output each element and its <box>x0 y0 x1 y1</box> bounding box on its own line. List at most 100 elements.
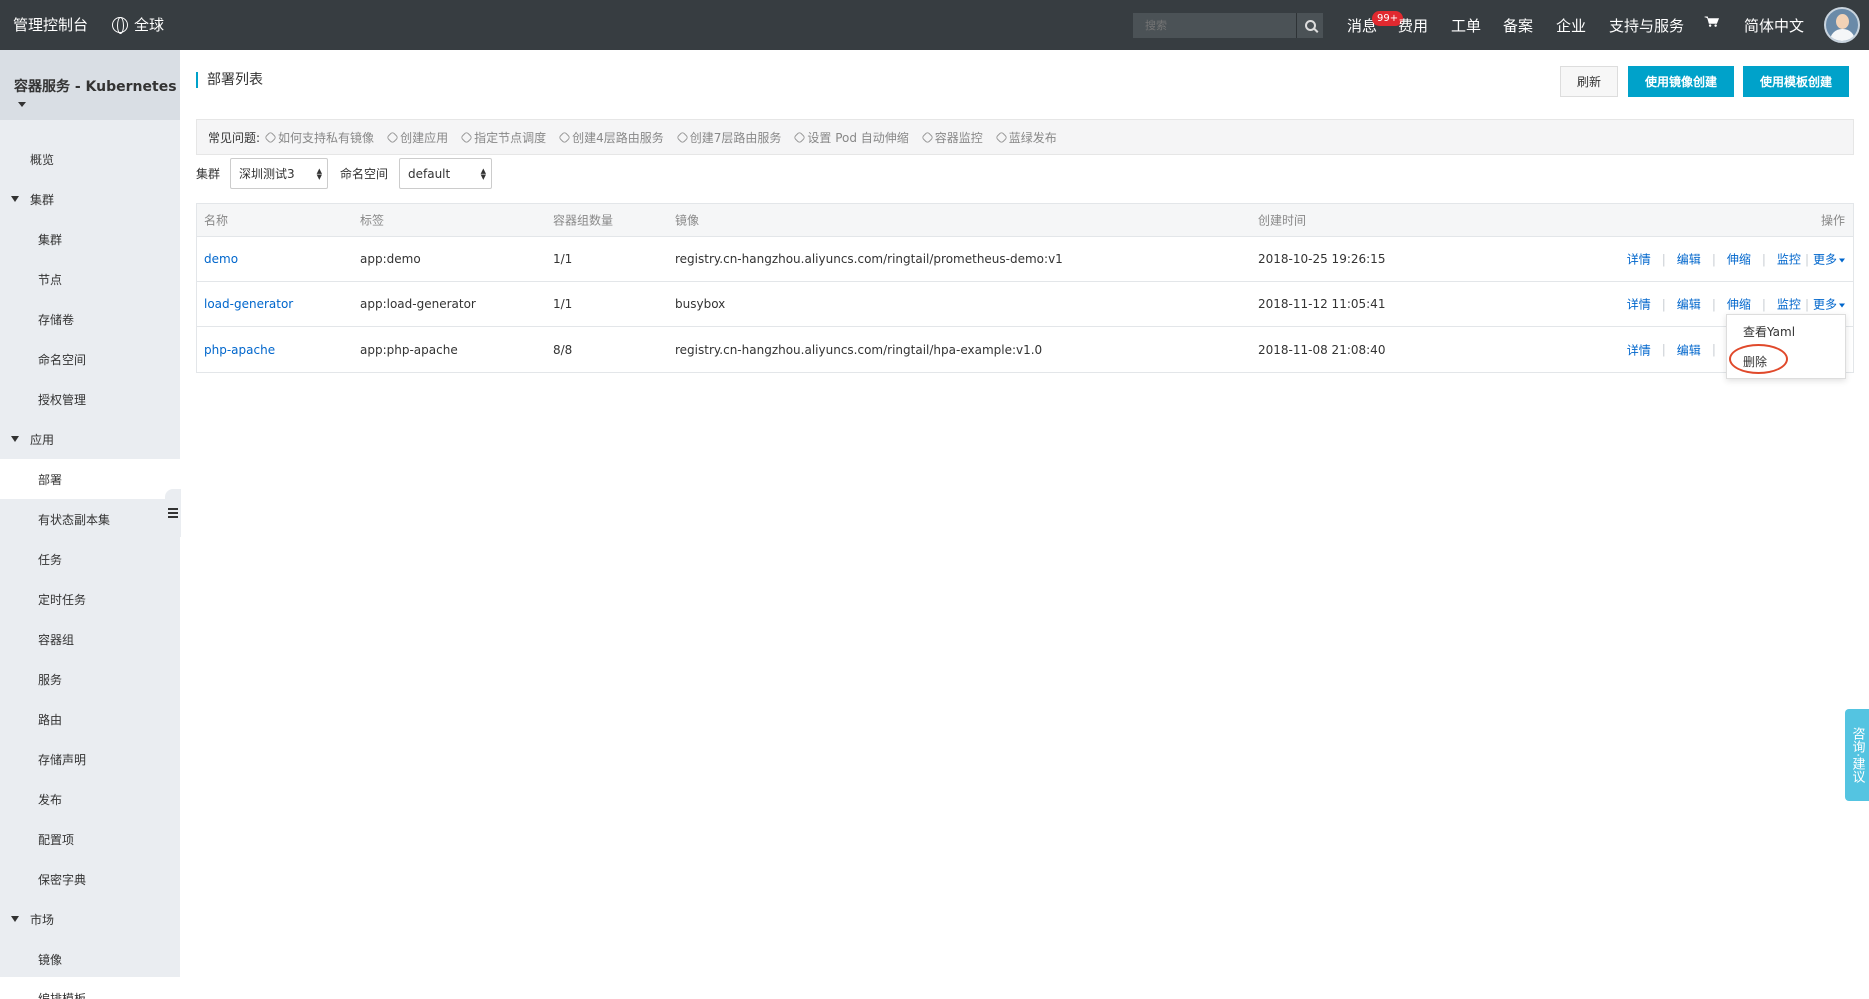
sidebar-item-jobs[interactable]: 任务 <box>0 539 180 579</box>
deployment-name-link[interactable]: demo <box>204 252 238 266</box>
sidebar-item-nodes[interactable]: 节点 <box>0 259 180 299</box>
sidebar-item-statefulsets[interactable]: 有状态副本集 <box>0 499 180 539</box>
faq-link-text: 创建4层路由服务 <box>572 130 664 145</box>
row-actions: 详情| 编辑| 伸缩| 监控| 更多 <box>1627 296 1845 313</box>
row-created: 2018-11-08 21:08:40 <box>1258 342 1386 357</box>
faq-link[interactable]: 蓝绿发布 <box>994 129 1057 146</box>
faq-link[interactable]: 创建7层路由服务 <box>675 129 782 146</box>
faq-link-text: 创建7层路由服务 <box>689 130 782 145</box>
monitor-link[interactable]: 监控 <box>1777 251 1801 268</box>
more-menu-toggle[interactable]: 更多 <box>1813 296 1845 313</box>
cluster-select[interactable]: 深圳测试3 ▲ ▼ <box>230 158 328 189</box>
link-icon <box>920 130 934 144</box>
triangle-down-icon <box>11 916 19 922</box>
nav-tickets[interactable]: 工单 <box>1451 15 1481 36</box>
sidebar-collapse-icon[interactable] <box>165 489 181 537</box>
sidebar-item-images[interactable]: 镜像 <box>0 939 180 979</box>
faq-link-text: 指定节点调度 <box>474 130 547 145</box>
row-image: registry.cn-hangzhou.aliyuncs.com/ringta… <box>675 342 1043 357</box>
sidebar-item-clusters[interactable]: 集群 <box>0 219 180 259</box>
product-title: 容器服务 - Kubernetes <box>14 79 177 95</box>
scale-link[interactable]: 伸缩 <box>1727 251 1751 268</box>
row-image: busybox <box>675 297 726 311</box>
edit-link[interactable]: 编辑 <box>1677 251 1701 268</box>
deployment-name-link[interactable]: load-generator <box>204 297 293 311</box>
link-icon <box>460 130 473 144</box>
header-pods: 容器组数量 <box>553 213 614 228</box>
nav-support[interactable]: 支持与服务 <box>1609 15 1684 36</box>
header-labels: 标签 <box>360 213 385 228</box>
faq-link[interactable]: 设置 Pod 自动伸缩 <box>793 129 909 146</box>
detail-link[interactable]: 详情 <box>1627 296 1651 313</box>
sidebar-group-application[interactable]: 应用 <box>0 419 180 459</box>
namespace-select[interactable]: default ▲ ▼ <box>399 158 492 189</box>
sidebar-item-secrets[interactable]: 保密字典 <box>0 859 180 899</box>
region-selector[interactable]: 全球 <box>112 14 164 35</box>
page-title: 部署列表 <box>196 72 263 88</box>
top-bar: 管理控制台 全球 消息 99+ 费用 工单 备案 企业 支持与服务 简体中文 <box>0 0 1869 50</box>
nav-icp[interactable]: 备案 <box>1503 15 1533 36</box>
faq-bar: 常见问题: 如何支持私有镜像 创建应用 指定节点调度 创建4层路由服务 创建7层… <box>196 119 1854 155</box>
sidebar-item-overview[interactable]: 概览 <box>0 139 180 179</box>
link-icon <box>793 130 807 144</box>
triangle-down-icon <box>11 196 19 202</box>
edit-link[interactable]: 编辑 <box>1677 296 1701 313</box>
detail-link[interactable]: 详情 <box>1627 251 1651 268</box>
sidebar-item-authorization[interactable]: 授权管理 <box>0 379 180 419</box>
sidebar-item-ingress[interactable]: 路由 <box>0 699 180 739</box>
table-row: demo app:demo 1/1 registry.cn-hangzhou.a… <box>197 237 1853 282</box>
row-labels: app:load-generator <box>360 297 476 311</box>
row-labels: app:demo <box>360 252 421 266</box>
nav-billing[interactable]: 费用 <box>1398 15 1428 36</box>
region-label: 全球 <box>134 16 165 34</box>
link-icon <box>558 130 571 144</box>
scale-link[interactable]: 伸缩 <box>1727 296 1751 313</box>
sidebar-item-pods[interactable]: 容器组 <box>0 619 180 659</box>
sidebar-group-label: 集群 <box>30 192 55 207</box>
view-yaml-menu-item[interactable]: 查看Yaml <box>1743 323 1795 340</box>
feedback-tab[interactable]: 咨询·建议 <box>1845 709 1869 801</box>
delete-menu-item[interactable]: 删除 <box>1743 353 1767 370</box>
cart-icon[interactable] <box>1704 16 1719 27</box>
detail-link[interactable]: 详情 <box>1627 341 1651 358</box>
faq-link[interactable]: 指定节点调度 <box>460 129 547 146</box>
search-input[interactable] <box>1133 13 1296 38</box>
search-button[interactable] <box>1296 13 1323 38</box>
row-image: registry.cn-hangzhou.aliyuncs.com/ringta… <box>675 252 1063 266</box>
header-actions: 操作 <box>1820 213 1845 228</box>
namespace-filter-label: 命名空间 <box>340 167 389 181</box>
create-from-template-button[interactable]: 使用模板创建 <box>1743 66 1849 97</box>
select-arrows-icon: ▲ ▼ <box>480 167 486 181</box>
more-menu-toggle[interactable]: 更多 <box>1813 251 1845 268</box>
sidebar-item-deployments[interactable]: 部署 <box>0 459 180 499</box>
link-icon <box>994 130 1008 144</box>
caret-down-icon <box>1839 303 1845 307</box>
sidebar-item-configmaps[interactable]: 配置项 <box>0 819 180 859</box>
product-switcher[interactable]: 容器服务 - Kubernetes <box>0 50 180 120</box>
sidebar-item-volumes[interactable]: 存储卷 <box>0 299 180 339</box>
console-home-link[interactable]: 管理控制台 <box>13 14 88 35</box>
nav-enterprise[interactable]: 企业 <box>1556 15 1586 36</box>
faq-link[interactable]: 创建应用 <box>386 129 448 146</box>
user-avatar[interactable] <box>1824 7 1860 43</box>
faq-link[interactable]: 容器监控 <box>920 129 983 146</box>
create-from-image-button[interactable]: 使用镜像创建 <box>1628 66 1734 97</box>
sidebar-item-pvc[interactable]: 存储声明 <box>0 739 180 779</box>
refresh-button[interactable]: 刷新 <box>1560 66 1618 97</box>
faq-link[interactable]: 创建4层路由服务 <box>558 129 664 146</box>
sidebar-group-cluster[interactable]: 集群 <box>0 179 180 219</box>
sidebar-item-templates[interactable]: 编排模板 <box>0 979 180 999</box>
monitor-link[interactable]: 监控 <box>1777 296 1801 313</box>
sidebar-item-cronjobs[interactable]: 定时任务 <box>0 579 180 619</box>
faq-link[interactable]: 如何支持私有镜像 <box>264 129 374 146</box>
row-actions: 详情| 编辑| 伸缩| 监控| 更多 <box>1627 251 1845 268</box>
sidebar-group-market[interactable]: 市场 <box>0 899 180 939</box>
nav-language[interactable]: 简体中文 <box>1744 15 1804 36</box>
caret-down-icon <box>18 101 26 107</box>
edit-link[interactable]: 编辑 <box>1677 341 1701 358</box>
sidebar-item-services[interactable]: 服务 <box>0 659 180 699</box>
sidebar-item-release[interactable]: 发布 <box>0 779 180 819</box>
sidebar-item-namespaces[interactable]: 命名空间 <box>0 339 180 379</box>
deployment-name-link[interactable]: php-apache <box>204 343 275 357</box>
faq-link-text: 容器监控 <box>934 130 983 145</box>
